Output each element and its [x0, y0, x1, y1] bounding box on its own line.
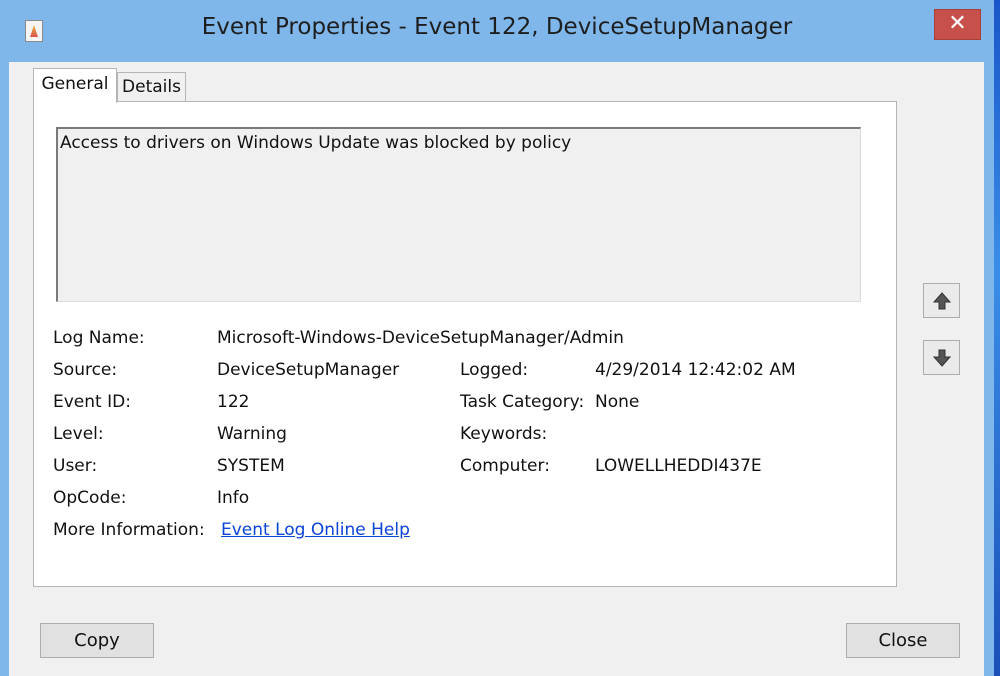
source-label: Source: [53, 360, 118, 380]
window-title: Event Properties - Event 122, DeviceSetu… [201, 14, 793, 40]
source-value[interactable]: DeviceSetupManager [217, 360, 399, 380]
next-event-button[interactable] [923, 340, 960, 375]
event-description-text: Access to drivers on Windows Update was … [60, 133, 572, 153]
more-information-label: More Information: [53, 520, 205, 540]
user-value[interactable]: SYSTEM [217, 456, 285, 476]
level-label: Level: [53, 424, 104, 444]
task-category-label: Task Category: [460, 392, 585, 412]
close-button[interactable]: Close [846, 623, 960, 658]
logged-value[interactable]: 4/29/2014 12:42:02 AM [595, 360, 796, 380]
copy-button[interactable]: Copy [40, 623, 154, 658]
event-id-label: Event ID: [53, 392, 131, 412]
tab-general[interactable]: General [33, 68, 117, 103]
tab-details[interactable]: Details [117, 72, 186, 101]
opcode-label: OpCode: [53, 488, 127, 508]
arrow-down-icon [932, 349, 952, 367]
log-name-value[interactable]: Microsoft-Windows-DeviceSetupManager/Adm… [217, 328, 624, 348]
event-properties-window: Event Properties - Event 122, DeviceSetu… [0, 0, 994, 676]
level-value[interactable]: Warning [217, 424, 287, 444]
event-id-value[interactable]: 122 [217, 392, 249, 412]
log-name-label: Log Name: [53, 328, 145, 348]
opcode-value[interactable]: Info [217, 488, 249, 508]
event-description-box[interactable] [56, 127, 861, 302]
keywords-label: Keywords: [460, 424, 548, 444]
task-category-value[interactable]: None [595, 392, 639, 412]
user-label: User: [53, 456, 98, 476]
arrow-up-icon [932, 292, 952, 310]
logged-label: Logged: [460, 360, 529, 380]
previous-event-button[interactable] [923, 283, 960, 318]
window-close-button[interactable]: ✕ [934, 9, 981, 40]
computer-label: Computer: [460, 456, 550, 476]
title-bar[interactable]: Event Properties - Event 122, DeviceSetu… [0, 0, 994, 62]
event-log-online-help-link[interactable]: Event Log Online Help [221, 520, 410, 540]
computer-value[interactable]: LOWELLHEDDI437E [595, 456, 762, 476]
